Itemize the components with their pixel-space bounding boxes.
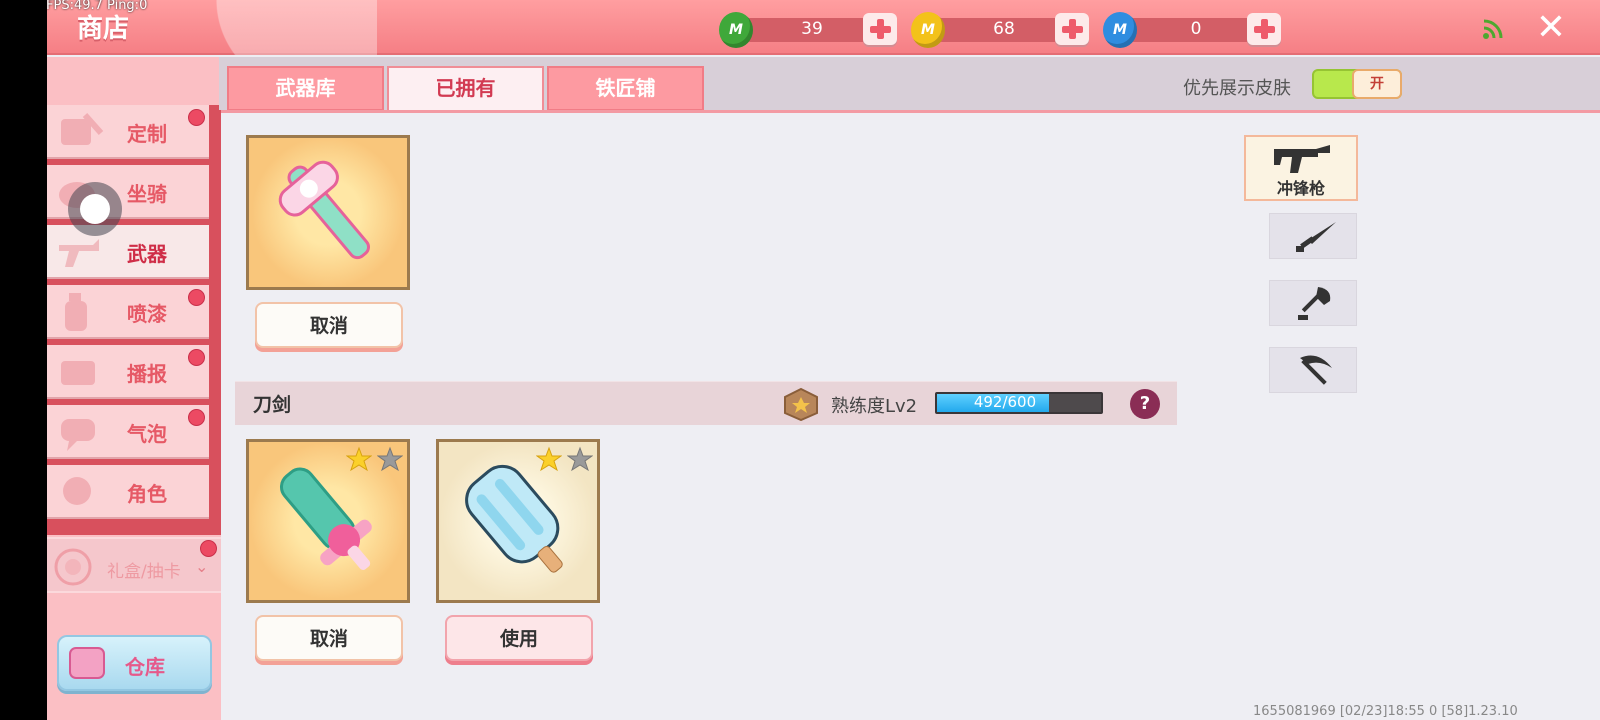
page-title: 商店 xyxy=(77,14,130,44)
top-bar: 商店 M 39 M 68 M 0 ✕ xyxy=(47,0,1600,55)
pickaxe-icon xyxy=(1300,355,1332,385)
gift-icon xyxy=(54,548,92,586)
weapon-icon xyxy=(59,239,99,267)
sidebar-item-character[interactable]: 角色 xyxy=(47,465,209,519)
signal-icon xyxy=(1483,19,1503,39)
sidebar-item-spray[interactable]: 喷漆 xyxy=(47,285,209,339)
star-rating xyxy=(535,446,593,472)
currency-gold-coin: M 68 xyxy=(911,12,1093,48)
tab-armory[interactable]: 武器库 xyxy=(227,66,384,111)
skin-priority-label: 优先展示皮肤 xyxy=(1183,78,1291,99)
notification-badge xyxy=(188,289,205,306)
toggle-knob: 开 xyxy=(1352,69,1402,99)
category-pickaxe[interactable] xyxy=(1269,347,1357,393)
tab-owned[interactable]: 已拥有 xyxy=(387,66,544,112)
progress-text: 492/600 xyxy=(973,393,1037,411)
star-filled-icon xyxy=(345,446,372,472)
owned-items-panel: 取消 刀剑 熟练度Lv2 492/600 ? 取消 使用 冲锋枪 xyxy=(221,110,1600,720)
chest-icon xyxy=(69,647,105,679)
mastery-level: 熟练度Lv2 xyxy=(831,396,918,417)
add-green-gem-button[interactable] xyxy=(863,13,897,45)
sidebar-item-custom[interactable]: 定制 xyxy=(47,105,209,159)
category-shovel[interactable] xyxy=(1269,280,1357,326)
currency-green-gem: M 39 xyxy=(719,12,901,48)
star-rating xyxy=(345,446,403,472)
star-filled-icon xyxy=(535,446,562,472)
close-button[interactable]: ✕ xyxy=(1531,8,1571,48)
broadcast-icon xyxy=(61,361,95,385)
floating-joystick[interactable] xyxy=(68,182,122,236)
character-icon xyxy=(63,477,91,505)
notification-badge xyxy=(188,349,205,366)
item-card[interactable] xyxy=(246,439,410,603)
spray-icon xyxy=(65,293,87,331)
help-button[interactable]: ? xyxy=(1130,389,1160,419)
skin-priority-toggle[interactable]: 开 xyxy=(1312,69,1402,99)
mastery-progress-bar: 492/600 xyxy=(935,392,1103,414)
candy-cane-weapon-image xyxy=(278,160,371,260)
category-header: 刀剑 熟练度Lv2 492/600 ? xyxy=(235,381,1177,425)
notification-badge xyxy=(200,540,217,557)
star-empty-icon xyxy=(567,446,593,472)
sidebar-item-broadcast[interactable]: 播报 xyxy=(47,345,209,399)
cancel-button[interactable]: 取消 xyxy=(255,302,403,348)
fps-readout: FPS:49.7 Ping:0 xyxy=(47,0,148,13)
custom-icon xyxy=(61,113,104,145)
build-info: 1655081969 [02/23]18:55 0 [58]1.23.10 xyxy=(1253,704,1518,719)
section-title: 刀剑 xyxy=(253,394,292,416)
chevron-down-icon: ⌄ xyxy=(195,557,209,576)
notification-badge xyxy=(188,409,205,426)
star-empty-icon xyxy=(377,446,403,472)
use-button[interactable]: 使用 xyxy=(445,615,593,661)
warehouse-button[interactable]: 仓库 xyxy=(57,635,212,691)
item-card[interactable] xyxy=(436,439,600,603)
bubble-icon xyxy=(61,419,95,451)
tab-blacksmith[interactable]: 铁匠铺 xyxy=(547,66,704,111)
notification-badge xyxy=(188,109,205,126)
mastery-badge-icon xyxy=(784,387,818,421)
category-submachine-gun[interactable]: 冲锋枪 xyxy=(1244,135,1358,201)
add-gold-coin-button[interactable] xyxy=(1055,13,1089,45)
sword-icon xyxy=(1296,222,1336,252)
submachine-gun-icon xyxy=(1274,145,1330,173)
add-blue-coin-button[interactable] xyxy=(1247,13,1281,45)
shovel-icon xyxy=(1298,287,1331,320)
cancel-button[interactable]: 取消 xyxy=(255,615,403,661)
sidebar-item-bubble[interactable]: 气泡 xyxy=(47,405,209,459)
currency-blue-coin: M 0 xyxy=(1103,12,1285,48)
shop-screen: 商店 M 39 M 68 M 0 ✕ FPS:49.7 Ping:0 定制 坐骑… xyxy=(47,0,1600,720)
sidebar-item-weapon[interactable]: 武器 xyxy=(47,225,209,279)
category-sword[interactable] xyxy=(1269,213,1357,259)
item-card[interactable] xyxy=(246,135,410,290)
